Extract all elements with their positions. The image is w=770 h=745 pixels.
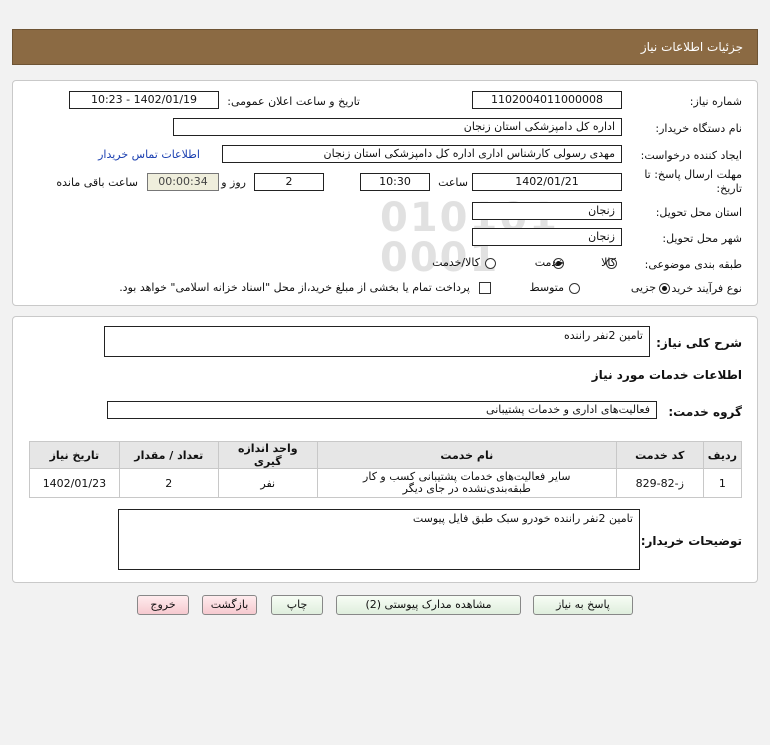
category-option-goods: کالا bbox=[601, 256, 616, 269]
announce-date-field: 1402/01/19 - 10:23 bbox=[69, 91, 219, 109]
process-option-medium: متوسط bbox=[529, 281, 564, 294]
print-button[interactable]: چاپ bbox=[271, 595, 323, 615]
cell-code: ز-82-829 bbox=[615, 468, 704, 498]
table-row: 1 ز-82-829 سایر فعالیت‌های خدمات پشتیبان… bbox=[29, 468, 743, 498]
col-header-qty: تعداد / مقدار bbox=[118, 441, 219, 469]
cell-row: 1 bbox=[702, 468, 743, 498]
deadline-time-field: 10:30 bbox=[360, 173, 430, 191]
days-label: روز و bbox=[221, 176, 246, 189]
treasury-checkbox[interactable] bbox=[479, 282, 491, 294]
services-table: ردیف کد خدمت نام خدمت واحد اندازه گیری ت… bbox=[29, 441, 743, 498]
deadline-time-label: ساعت bbox=[438, 176, 468, 189]
buyer-org-label: نام دستگاه خریدار: bbox=[655, 122, 742, 135]
service-group-label: گروه خدمت: bbox=[668, 405, 742, 419]
creator-label: ایجاد کننده درخواست: bbox=[640, 149, 742, 162]
deadline-date-field: 1402/01/21 bbox=[472, 173, 622, 191]
cell-date: 1402/01/23 bbox=[29, 468, 120, 498]
col-header-unit: واحد اندازه گیری bbox=[217, 441, 318, 469]
col-header-code: کد خدمت bbox=[615, 441, 704, 469]
treasury-text: پرداخت تمام یا بخشی از مبلغ خرید،از محل … bbox=[119, 281, 470, 294]
category-option-goods-service: کالا/خدمت bbox=[432, 256, 480, 269]
col-header-date: تاریخ نیاز bbox=[29, 441, 120, 469]
delivery-province-field: زنجان bbox=[472, 202, 622, 220]
cell-unit: نفر bbox=[217, 468, 318, 498]
page-title: جزئیات اطلاعات نیاز bbox=[640, 40, 743, 54]
delivery-city-label: شهر محل تحویل: bbox=[662, 232, 742, 245]
delivery-city-field: زنجان bbox=[472, 228, 622, 246]
buyer-notes-field: تامین 2نفر راننده خودرو سبک طبق فایل پیو… bbox=[118, 509, 640, 570]
category-radio-goods-service[interactable] bbox=[485, 258, 496, 269]
attachments-button[interactable]: مشاهده مدارک پیوستی (2) bbox=[336, 595, 521, 615]
cell-name: سایر فعالیت‌های خدمات پشتیبانی کسب و کار… bbox=[316, 468, 617, 498]
col-header-name: نام خدمت bbox=[316, 441, 617, 469]
cell-name-line2: طبقه‌بندی‌نشده در جای دیگر bbox=[402, 482, 531, 495]
reply-button[interactable]: پاسخ به نیاز bbox=[533, 595, 633, 615]
process-type-label: نوع فرآیند خرید : bbox=[664, 282, 742, 295]
category-option-service: خدمت bbox=[534, 256, 564, 269]
creator-field: مهدی رسولی کارشناس اداری اداره کل دامپزش… bbox=[222, 145, 622, 163]
delivery-province-label: استان محل تحویل: bbox=[655, 206, 742, 219]
remaining-time-label: ساعت باقی مانده bbox=[56, 176, 138, 189]
need-number-field: 1102004011000008 bbox=[472, 91, 622, 109]
process-radio-minor[interactable] bbox=[659, 283, 670, 294]
process-option-minor: جزیی bbox=[630, 281, 656, 294]
back-button[interactable]: بازگشت bbox=[202, 595, 257, 615]
services-heading: اطلاعات خدمات مورد نیاز bbox=[591, 368, 742, 382]
buyer-notes-label: توضیحات خریدار: bbox=[640, 534, 742, 548]
deadline-label-line1: مهلت ارسال پاسخ: تا bbox=[644, 168, 742, 181]
category-label: طبقه بندی موضوعی: bbox=[644, 258, 742, 271]
cell-qty: 2 bbox=[118, 468, 219, 498]
announce-date-label: تاریخ و ساعت اعلان عمومی: bbox=[227, 95, 360, 108]
days-remaining-field: 2 bbox=[254, 173, 324, 191]
deadline-label: مهلت ارسال پاسخ: تا تاریخ: bbox=[644, 168, 742, 196]
exit-button[interactable]: خروج bbox=[137, 595, 189, 615]
page-header: جزئیات اطلاعات نیاز bbox=[12, 29, 758, 65]
col-header-row: ردیف bbox=[702, 441, 743, 469]
buyer-contact-link[interactable]: اطلاعات تماس خریدار bbox=[98, 148, 200, 161]
remaining-time-field: 00:00:34 bbox=[147, 173, 219, 191]
process-radio-medium[interactable] bbox=[569, 283, 580, 294]
table-header-row: ردیف کد خدمت نام خدمت واحد اندازه گیری ت… bbox=[29, 441, 743, 469]
summary-field: تامین 2نفر راننده bbox=[104, 326, 650, 357]
service-group-field: فعالیت‌های اداری و خدمات پشتیبانی bbox=[107, 401, 657, 419]
summary-label: شرح کلی نیاز: bbox=[656, 336, 742, 350]
buyer-org-field: اداره کل دامپزشکی استان زنجان bbox=[173, 118, 622, 136]
deadline-label-line2: تاریخ: bbox=[716, 182, 742, 195]
need-number-label: شماره نیاز: bbox=[689, 95, 742, 108]
